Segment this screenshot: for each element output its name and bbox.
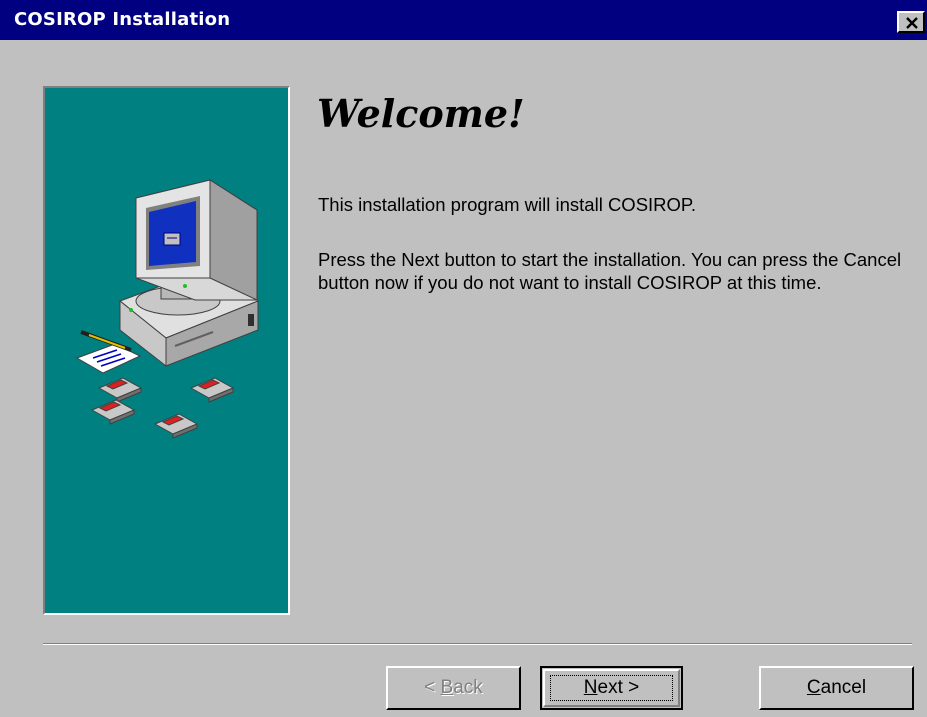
welcome-heading: Welcome! xyxy=(317,91,525,136)
floppy-disks xyxy=(90,377,235,439)
title-bar[interactable]: COSIROP Installation xyxy=(0,0,927,40)
back-button[interactable]: < Back xyxy=(386,666,521,710)
next-button-label: Next > xyxy=(584,677,639,699)
close-button[interactable] xyxy=(897,11,925,33)
cancel-mnemonic: C xyxy=(806,677,821,698)
cancel-label-rest: ancel xyxy=(820,677,867,698)
install-description: This installation program will install C… xyxy=(318,194,697,215)
back-label-prefix: < xyxy=(424,677,441,698)
next-button[interactable]: Next > xyxy=(540,666,683,710)
next-label-rest: ext > xyxy=(597,677,640,698)
back-label-rest: ack xyxy=(453,677,483,698)
installer-dialog: COSIROP Installation Welcome! This insta… xyxy=(0,0,927,717)
button-separator xyxy=(43,643,912,645)
setup-graphic-panel xyxy=(43,86,290,615)
next-mnemonic: N xyxy=(583,677,598,698)
cancel-button[interactable]: Cancel xyxy=(759,666,914,710)
install-instructions: Press the Next button to start the insta… xyxy=(318,249,902,293)
computer-illustration-icon xyxy=(75,179,260,439)
window-title: COSIROP Installation xyxy=(14,9,231,30)
close-icon xyxy=(906,17,918,29)
back-mnemonic: B xyxy=(440,677,454,698)
